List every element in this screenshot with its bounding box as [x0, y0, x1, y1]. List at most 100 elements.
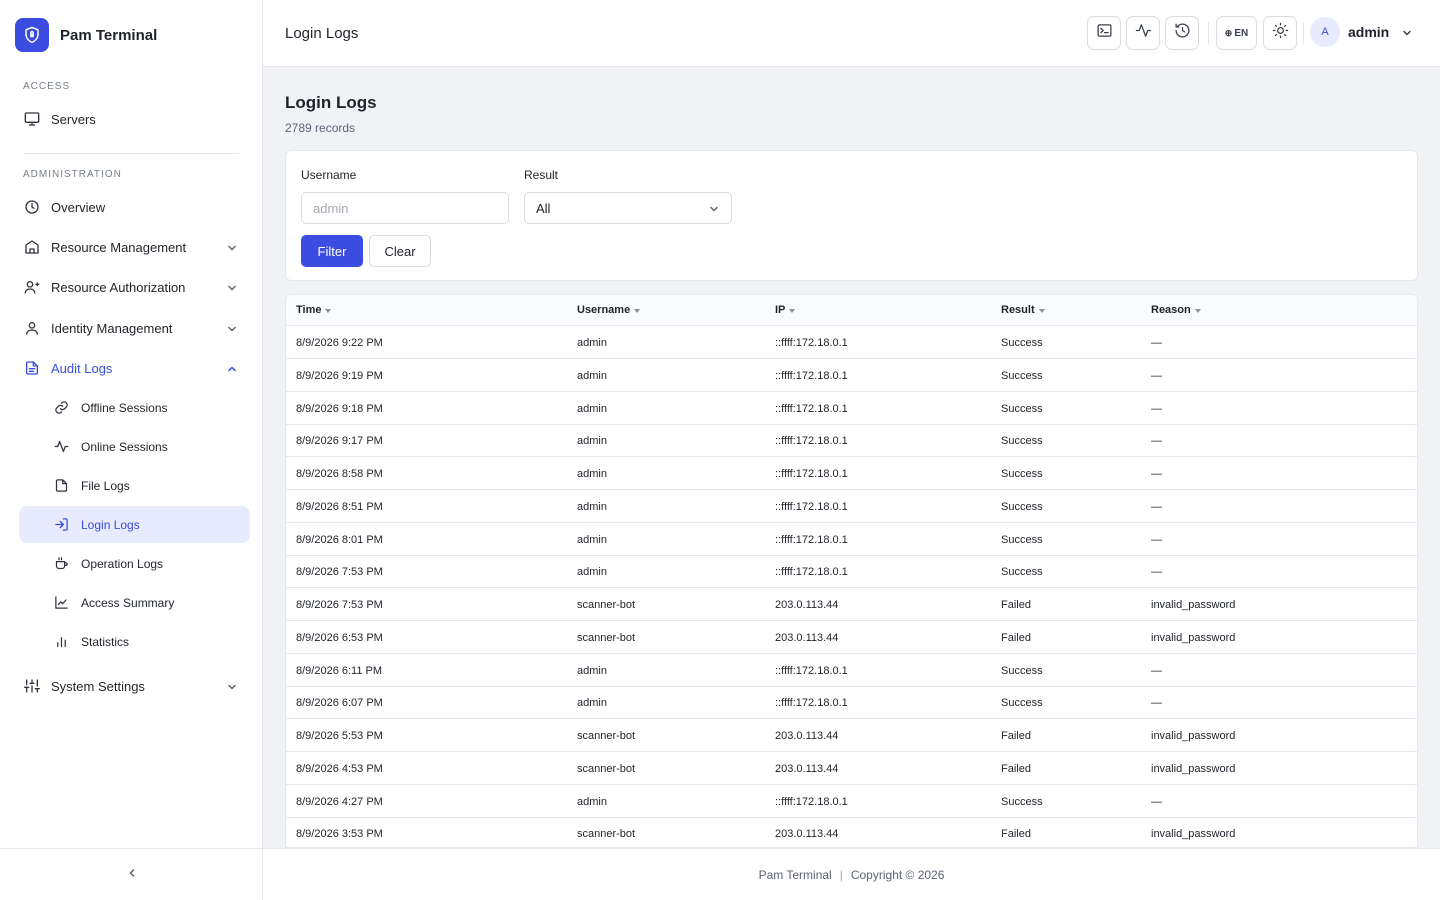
table-row[interactable]: 8/9/2026 4:27 PM admin::ffff:172.18.0.1 Su… — [286, 785, 1417, 818]
result-filter-select[interactable]: All — [524, 192, 732, 224]
activity-icon — [1135, 22, 1152, 44]
cell-result: Success — [1001, 697, 1043, 710]
sidebar-item-resource-authorization[interactable]: Resource Authorization — [19, 269, 250, 305]
brand[interactable]: Pam Terminal — [15, 18, 157, 52]
top-header: Login Logs ⊕ EN A admin — [263, 0, 1440, 67]
cell-reason: invalid_password — [1151, 599, 1236, 611]
sidebar-subitem-operation-logs[interactable]: Operation Logs — [19, 545, 250, 582]
cell-reason: — — [1151, 795, 1162, 808]
chevron-up-icon — [226, 362, 238, 374]
file-icon — [53, 478, 69, 494]
sidebar-item-system-settings[interactable]: System Settings — [19, 668, 250, 704]
table-row[interactable]: 8/9/2026 7:53 PM scanner-bot 203.0.113.44 F… — [286, 588, 1417, 621]
cell-ip: ::ffff:172.18.0.1 — [775, 566, 848, 579]
cell-time: 8/9/2026 9:22 PM — [296, 337, 383, 349]
sidebar-subitem-label: Operation Logs — [81, 556, 164, 571]
table-row[interactable]: 8/9/2026 8:51 PM admin::ffff:172.18.0.1 Su… — [286, 490, 1417, 523]
username-filter-label: Username — [301, 168, 357, 182]
table-row[interactable]: 8/9/2026 9:17 PM admin::ffff:172.18.0.1 Su… — [286, 424, 1417, 458]
column-header-result[interactable]: Result — [1001, 304, 1045, 316]
chevron-down-icon — [226, 241, 238, 253]
username: admin — [1348, 24, 1390, 40]
sidebar-subitem-access-summary[interactable]: Access Summary — [19, 584, 250, 621]
cell-reason: — — [1151, 369, 1162, 382]
activity-icon — [53, 439, 69, 455]
chevron-down-icon — [226, 281, 238, 293]
sidebar-subitem-file-logs[interactable]: File Logs — [19, 467, 250, 504]
username-filter-input[interactable] — [301, 192, 509, 224]
cell-ip: 203.0.113.44 — [775, 828, 839, 841]
table-row[interactable]: 8/9/2026 9:19 PM admin::ffff:172.18.0.1 Su… — [286, 359, 1417, 392]
cell-time: 8/9/2026 7:53 PM — [296, 566, 383, 579]
clear-button[interactable]: Clear — [369, 235, 431, 267]
coffee-icon — [53, 556, 69, 572]
sun-icon — [1272, 22, 1289, 44]
cell-ip: ::ffff:172.18.0.1 — [775, 369, 848, 382]
bar-chart-icon — [53, 634, 69, 650]
sidebar-item-audit-logs[interactable]: Audit Logs — [19, 350, 250, 386]
collapse-sidebar-button[interactable] — [0, 848, 263, 900]
table-row[interactable]: 8/9/2026 3:53 PM scanner-bot 203.0.113.44 F… — [286, 817, 1417, 847]
terminal-button[interactable] — [1087, 16, 1121, 50]
table-row[interactable]: 8/9/2026 8:01 PM admin::ffff:172.18.0.1 Su… — [286, 523, 1417, 556]
cell-username: admin — [577, 697, 607, 710]
cell-result: Success — [1001, 435, 1043, 448]
chevron-down-icon — [226, 680, 238, 692]
cell-reason: — — [1151, 468, 1162, 480]
cell-result: Success — [1001, 664, 1043, 677]
column-header-ip[interactable]: IP — [775, 304, 796, 316]
table-row[interactable]: 8/9/2026 8:58 PM admin::ffff:172.18.0.1 Su… — [286, 457, 1417, 490]
column-header-username[interactable]: Username — [577, 304, 641, 316]
chevron-down-icon — [1401, 26, 1413, 38]
user-menu[interactable]: A admin — [1310, 17, 1413, 47]
column-header-time[interactable]: Time — [296, 304, 332, 316]
cell-reason: invalid_password — [1151, 828, 1236, 841]
cell-username: admin — [577, 435, 607, 448]
sidebar-subitem-statistics[interactable]: Statistics — [19, 623, 250, 660]
sidebar-subitem-offline-sessions[interactable]: Offline Sessions — [19, 389, 250, 426]
language-label: EN — [1234, 27, 1249, 39]
cell-ip: ::ffff:172.18.0.1 — [775, 337, 848, 349]
sidebar-item-resource-management[interactable]: Resource Management — [19, 229, 250, 265]
table-row[interactable]: 8/9/2026 6:07 PM admin::ffff:172.18.0.1 Su… — [286, 686, 1417, 720]
theme-toggle-button[interactable] — [1263, 16, 1297, 50]
cell-time: 8/9/2026 4:53 PM — [296, 762, 383, 775]
column-label: Result — [1001, 304, 1035, 316]
history-button[interactable] — [1165, 16, 1199, 50]
cell-reason: — — [1151, 337, 1162, 349]
cell-reason: — — [1151, 533, 1162, 546]
table-row[interactable]: 8/9/2026 7:53 PM admin::ffff:172.18.0.1 Su… — [286, 555, 1417, 589]
table-row[interactable]: 8/9/2026 5:53 PM scanner-bot 203.0.113.44 F… — [286, 719, 1417, 752]
cell-ip: ::ffff:172.18.0.1 — [775, 402, 848, 415]
cell-ip: 203.0.113.44 — [775, 599, 839, 611]
filter-button[interactable]: Filter — [301, 235, 363, 267]
cell-reason: — — [1151, 664, 1162, 677]
activity-button[interactable] — [1126, 16, 1160, 50]
sort-caret-icon — [325, 308, 332, 313]
sidebar-item-servers[interactable]: Servers — [19, 101, 250, 137]
sidebar-item-overview[interactable]: Overview — [19, 189, 250, 225]
sliders-icon — [23, 677, 41, 695]
table-row[interactable]: 8/9/2026 9:18 PM admin::ffff:172.18.0.1 Su… — [286, 392, 1417, 425]
table-row[interactable]: 8/9/2026 6:11 PM admin::ffff:172.18.0.1 Su… — [286, 654, 1417, 687]
cell-username: scanner-bot — [577, 730, 636, 742]
cell-ip: ::ffff:172.18.0.1 — [775, 664, 848, 677]
section-label-administration: ADMINISTRATION — [23, 169, 122, 180]
sort-caret-icon — [634, 308, 641, 313]
table-row[interactable]: 8/9/2026 6:53 PM scanner-bot 203.0.113.44 F… — [286, 621, 1417, 654]
sidebar: Pam Terminal ACCESS Servers ADMINISTRATI… — [0, 0, 263, 900]
table-row[interactable]: 8/9/2026 9:22 PM admin::ffff:172.18.0.1 Su… — [286, 326, 1417, 359]
sidebar-subitem-online-sessions[interactable]: Online Sessions — [19, 428, 250, 465]
sidebar-subitem-login-logs[interactable]: Login Logs — [19, 506, 250, 543]
table-row[interactable]: 8/9/2026 4:53 PM scanner-bot 203.0.113.44 F… — [286, 752, 1417, 785]
login-icon — [53, 517, 69, 533]
sidebar-item-identity-management[interactable]: Identity Management — [19, 310, 250, 346]
language-button[interactable]: ⊕ EN — [1216, 16, 1257, 50]
cell-reason: — — [1151, 566, 1162, 579]
cell-username: scanner-bot — [577, 631, 636, 644]
sidebar-subitem-label: Statistics — [81, 634, 130, 649]
chevron-down-icon — [708, 203, 720, 215]
column-header-reason[interactable]: Reason — [1151, 304, 1201, 316]
sidebar-subitem-label: Access Summary — [81, 595, 175, 610]
line-chart-icon — [53, 595, 69, 611]
